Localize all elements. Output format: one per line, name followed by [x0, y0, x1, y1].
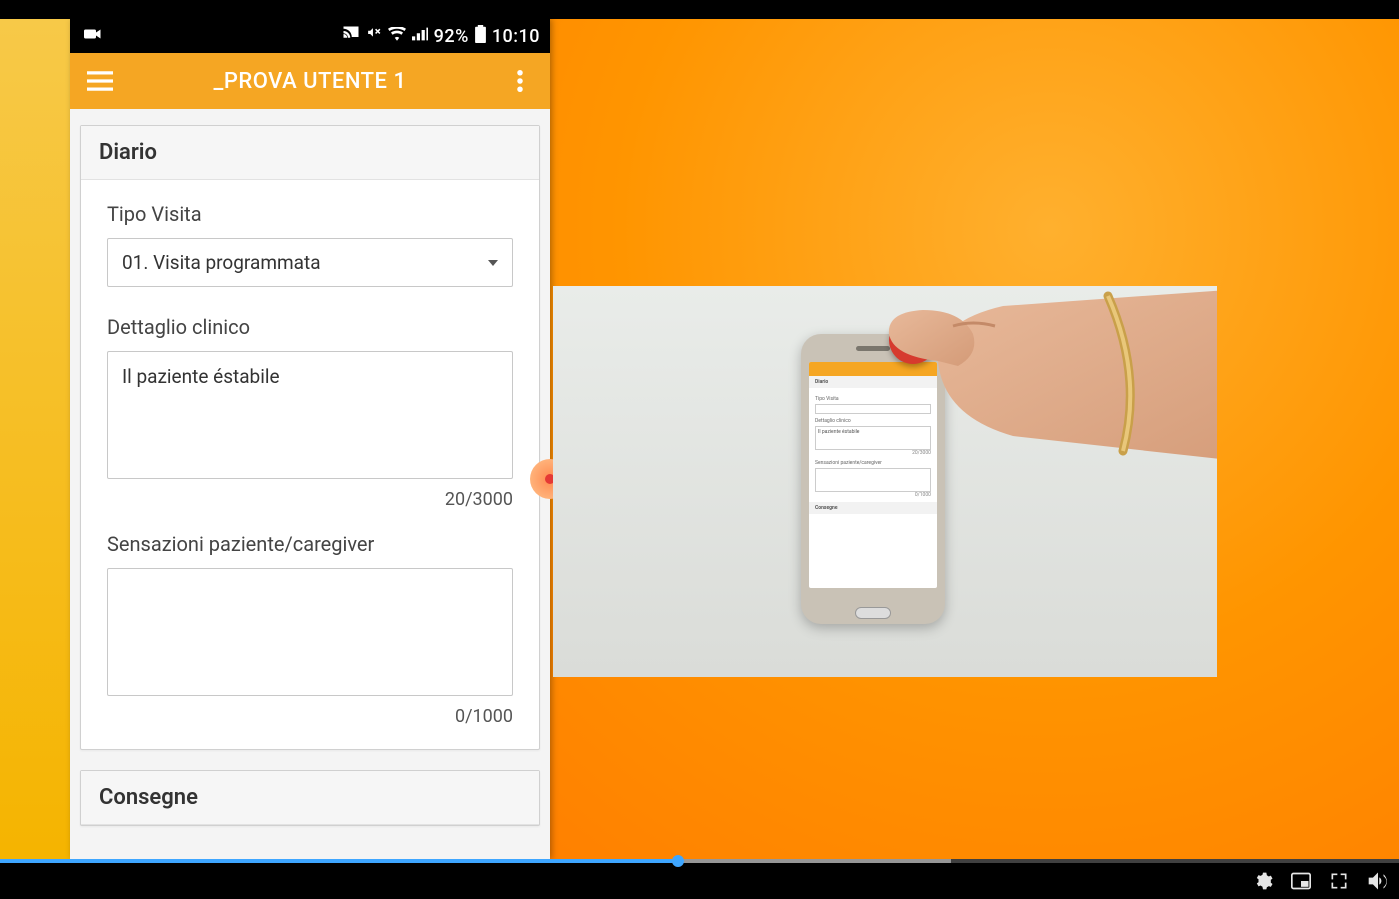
label-sensazioni: Sensazioni paziente/caregiver — [107, 532, 513, 556]
menu-button[interactable] — [78, 59, 122, 103]
form-scroll-area[interactable]: Diario Tipo Visita 01. Visita programmat… — [70, 109, 550, 859]
counter-dettaglio: 20/3000 — [107, 489, 513, 510]
vibrate-mute-icon — [366, 26, 382, 47]
camcorder-icon — [84, 26, 102, 46]
card-header-diario: Diario — [81, 126, 539, 180]
settings-button[interactable] — [1253, 871, 1273, 891]
clock-text: 10:10 — [492, 26, 540, 47]
volume-button[interactable] — [1367, 871, 1389, 891]
card-consegne: Consegne — [80, 770, 540, 826]
textarea-sensazioni[interactable] — [107, 568, 513, 696]
fullscreen-button[interactable] — [1329, 871, 1349, 891]
video-played — [0, 859, 672, 863]
cell-signal-icon — [412, 26, 428, 46]
red-nfc-tag — [889, 316, 937, 364]
app-bar: _PROVA UTENTE 1 — [70, 53, 550, 109]
card-diario: Diario Tipo Visita 01. Visita programmat… — [80, 125, 540, 750]
counter-sensazioni: 0/1000 — [107, 706, 513, 727]
label-tipo-visita: Tipo Visita — [107, 202, 513, 226]
android-status-bar: 92% 10:10 — [70, 19, 550, 53]
select-tipo-visita[interactable]: 01. Visita programmata — [107, 238, 513, 287]
chevron-down-icon — [488, 260, 498, 266]
cast-icon — [342, 26, 360, 47]
battery-icon — [475, 25, 486, 48]
video-progress-bar[interactable] — [0, 859, 1399, 863]
textarea-dettaglio-clinico[interactable] — [107, 351, 513, 479]
demo-photo: Diario Tipo Visita Dettaglio clinico Il … — [553, 286, 1217, 677]
video-scrubber-thumb[interactable] — [672, 855, 684, 867]
physical-phone: Diario Tipo Visita Dettaglio clinico Il … — [801, 334, 945, 624]
label-dettaglio-clinico: Dettaglio clinico — [107, 315, 513, 339]
phone-mockup: 92% 10:10 _PROVA UTENTE 1 Diario Tip — [70, 19, 550, 859]
video-controls — [1253, 867, 1389, 895]
phone-home-button — [855, 607, 891, 619]
page-title: _PROVA UTENTE 1 — [122, 69, 498, 94]
physical-phone-screen: Diario Tipo Visita Dettaglio clinico Il … — [809, 362, 937, 588]
select-tipo-visita-value: 01. Visita programmata — [122, 251, 321, 274]
left-margin-stripe — [0, 19, 70, 859]
miniplayer-button[interactable] — [1291, 872, 1311, 890]
wifi-icon — [388, 26, 406, 46]
card-header-consegne: Consegne — [81, 771, 539, 825]
video-frame: 92% 10:10 _PROVA UTENTE 1 Diario Tip — [0, 0, 1399, 899]
overflow-menu-button[interactable] — [498, 59, 542, 103]
battery-percentage: 92% — [434, 26, 469, 47]
